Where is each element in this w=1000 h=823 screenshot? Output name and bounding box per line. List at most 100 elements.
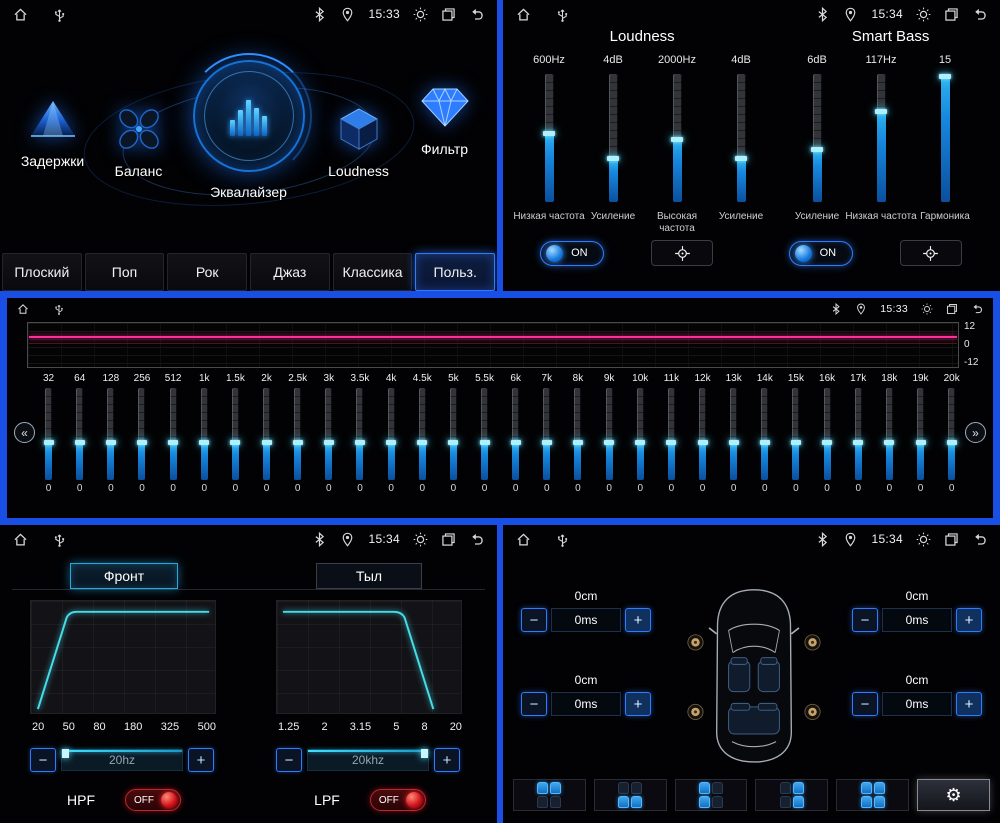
delay-minus-button[interactable]: −	[521, 692, 547, 716]
band-slider[interactable]	[325, 388, 332, 480]
smart-bass-target-button[interactable]	[900, 240, 962, 266]
delay-plus-button[interactable]: +	[956, 692, 982, 716]
hpf-off-toggle[interactable]: OFF	[125, 789, 181, 811]
band-slider[interactable]	[948, 388, 955, 480]
slider-handle[interactable]	[875, 109, 887, 114]
band-handle[interactable]	[604, 440, 614, 445]
slider-track[interactable]	[941, 74, 950, 202]
band-handle[interactable]	[542, 440, 552, 445]
band-slider[interactable]	[824, 388, 831, 480]
band-handle[interactable]	[262, 440, 272, 445]
slider-handle[interactable]	[671, 137, 683, 142]
band-handle[interactable]	[355, 440, 365, 445]
speaker-config-left-button[interactable]	[675, 779, 748, 811]
lpf-frequency-slider[interactable]: 20khz	[307, 749, 429, 771]
band-slider[interactable]	[606, 388, 613, 480]
band-handle[interactable]	[75, 440, 85, 445]
band-handle[interactable]	[760, 440, 770, 445]
smart-bass-on-toggle[interactable]: ON	[789, 241, 853, 266]
delay-minus-button[interactable]: −	[852, 608, 878, 632]
tab-front[interactable]: Фронт	[70, 563, 178, 589]
home-icon[interactable]	[13, 532, 28, 547]
lpf-plus-button[interactable]: +	[434, 748, 460, 772]
band-handle[interactable]	[417, 440, 427, 445]
band-handle[interactable]	[324, 440, 334, 445]
band-handle[interactable]	[230, 440, 240, 445]
band-slider[interactable]	[574, 388, 581, 480]
slider-handle[interactable]	[543, 131, 555, 136]
band-slider[interactable]	[637, 388, 644, 480]
band-handle[interactable]	[729, 440, 739, 445]
menu-item-delays[interactable]: Задержки	[13, 94, 93, 169]
band-slider[interactable]	[45, 388, 52, 480]
band-handle[interactable]	[822, 440, 832, 445]
speaker-config-right-button[interactable]	[755, 779, 828, 811]
band-handle[interactable]	[293, 440, 303, 445]
band-handle[interactable]	[137, 440, 147, 445]
band-handle[interactable]	[480, 440, 490, 445]
preset-tab-4[interactable]: Классика	[333, 253, 413, 291]
slider-track[interactable]	[813, 74, 822, 202]
delay-plus-button[interactable]: +	[625, 692, 651, 716]
recents-icon[interactable]	[944, 7, 959, 22]
band-slider[interactable]	[419, 388, 426, 480]
slider-handle[interactable]	[811, 147, 823, 152]
preset-tab-3[interactable]: Джаз	[250, 253, 330, 291]
band-slider[interactable]	[730, 388, 737, 480]
menu-item-loudness[interactable]: Loudness	[319, 104, 399, 179]
back-icon[interactable]	[469, 532, 484, 547]
band-slider[interactable]	[481, 388, 488, 480]
band-slider[interactable]	[201, 388, 208, 480]
band-handle[interactable]	[44, 440, 54, 445]
hpf-plus-button[interactable]: +	[188, 748, 214, 772]
band-handle[interactable]	[448, 440, 458, 445]
preset-tab-0[interactable]: Плоский	[2, 253, 82, 291]
home-icon[interactable]	[17, 303, 29, 315]
lpf-minus-button[interactable]: −	[276, 748, 302, 772]
next-page-button[interactable]: »	[965, 422, 986, 443]
band-handle[interactable]	[884, 440, 894, 445]
delay-minus-button[interactable]: −	[521, 608, 547, 632]
band-slider[interactable]	[699, 388, 706, 480]
settings-button[interactable]: ⚙	[917, 779, 990, 811]
band-slider[interactable]	[138, 388, 145, 480]
menu-item-filter[interactable]: Фильтр	[405, 82, 485, 157]
recents-icon[interactable]	[441, 7, 456, 22]
loudness-target-button[interactable]	[651, 240, 713, 266]
delay-minus-button[interactable]: −	[852, 692, 878, 716]
band-slider[interactable]	[263, 388, 270, 480]
band-handle[interactable]	[511, 440, 521, 445]
speaker-config-all-button[interactable]	[836, 779, 909, 811]
band-slider[interactable]	[668, 388, 675, 480]
back-icon[interactable]	[469, 7, 484, 22]
menu-item-balance[interactable]: Баланс	[99, 104, 179, 179]
home-icon[interactable]	[516, 7, 531, 22]
band-handle[interactable]	[698, 440, 708, 445]
lpf-off-toggle[interactable]: OFF	[370, 789, 426, 811]
preset-tab-1[interactable]: Поп	[85, 253, 165, 291]
slider-handle[interactable]	[939, 74, 951, 79]
slider-handle[interactable]	[607, 156, 619, 161]
band-handle[interactable]	[791, 440, 801, 445]
band-slider[interactable]	[107, 388, 114, 480]
band-slider[interactable]	[170, 388, 177, 480]
speaker-config-rear-button[interactable]	[594, 779, 667, 811]
band-handle[interactable]	[853, 440, 863, 445]
band-slider[interactable]	[232, 388, 239, 480]
slider-track[interactable]	[737, 74, 746, 202]
band-slider[interactable]	[76, 388, 83, 480]
band-slider[interactable]	[388, 388, 395, 480]
slider-handle[interactable]	[735, 156, 747, 161]
back-icon[interactable]	[972, 7, 987, 22]
recents-icon[interactable]	[441, 532, 456, 547]
slider-track[interactable]	[609, 74, 618, 202]
band-slider[interactable]	[356, 388, 363, 480]
delay-plus-button[interactable]: +	[956, 608, 982, 632]
back-icon[interactable]	[971, 303, 983, 315]
band-slider[interactable]	[543, 388, 550, 480]
menu-item-equalizer-selected[interactable]: Эквалайзер	[185, 60, 313, 200]
band-slider[interactable]	[792, 388, 799, 480]
hpf-minus-button[interactable]: −	[30, 748, 56, 772]
band-slider[interactable]	[917, 388, 924, 480]
band-handle[interactable]	[168, 440, 178, 445]
